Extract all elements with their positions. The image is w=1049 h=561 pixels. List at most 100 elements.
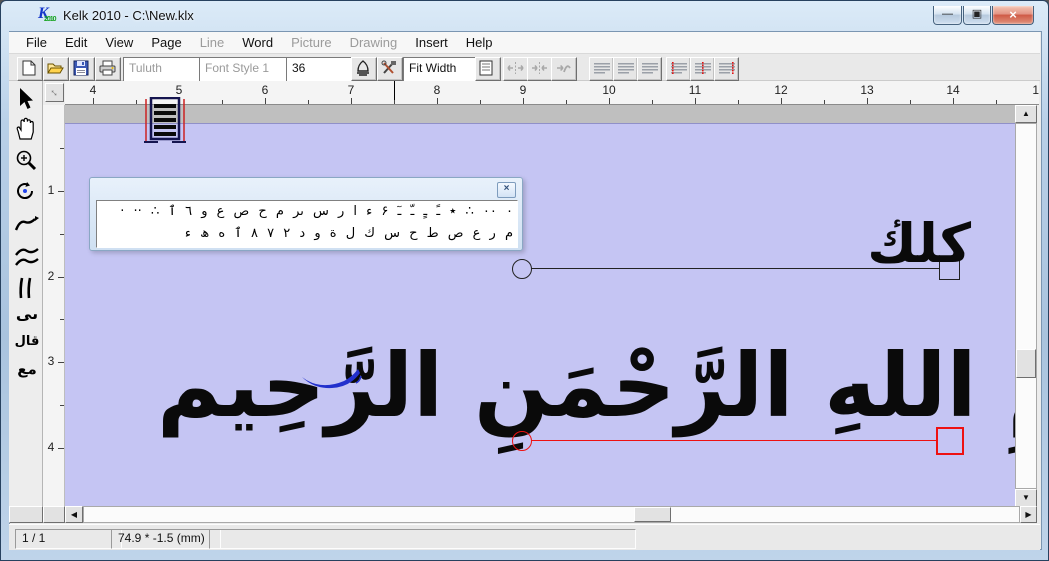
vertical-ruler: 1234	[43, 105, 65, 507]
stroke-tool[interactable]	[14, 213, 40, 239]
justify-red-button-2[interactable]	[690, 57, 715, 81]
justify-red-button-3[interactable]	[714, 57, 739, 81]
align-lines-icon	[593, 60, 611, 76]
line2-baseline[interactable]	[531, 440, 936, 441]
menu-file[interactable]: File	[17, 32, 56, 54]
vruler-number: 4	[45, 440, 57, 454]
scroll-left-button[interactable]: ◀	[65, 506, 83, 523]
vruler-minor-tick	[60, 319, 64, 320]
minimize-button[interactable]: —	[933, 6, 962, 25]
vruler-number: 3	[45, 354, 57, 368]
zoom-tool[interactable]	[14, 149, 40, 175]
hruler-tick	[523, 98, 524, 104]
menu-page[interactable]: Page	[142, 32, 190, 54]
arrow-right-icon: ▶	[1025, 510, 1031, 519]
ligature-tool[interactable]: مع	[14, 360, 40, 386]
hruler-tick	[781, 98, 782, 104]
horizontal-scrollbar-thumb[interactable]	[634, 507, 671, 522]
kelk-hamza-mark[interactable]: ء	[893, 213, 902, 233]
new-button[interactable]	[17, 57, 43, 81]
maa-glyph: مع	[17, 360, 37, 378]
hruler-tick	[695, 98, 696, 104]
vertical-scrollbar-thumb[interactable]	[1016, 349, 1036, 378]
hruler-minor-tick	[566, 100, 567, 104]
line2-start-handle[interactable]	[512, 431, 532, 451]
page-setup-button[interactable]	[475, 57, 501, 81]
menu-view[interactable]: View	[96, 32, 142, 54]
close-button[interactable]: ×	[992, 6, 1034, 25]
align-button-3[interactable]	[637, 57, 662, 81]
corner-box-left	[9, 506, 43, 523]
open-button[interactable]	[43, 57, 69, 81]
double-curve-icon	[14, 245, 40, 271]
ruler-corner-button[interactable]: ↔	[45, 83, 64, 102]
menu-help[interactable]: Help	[457, 32, 502, 54]
scroll-up-button[interactable]: ▲	[1015, 105, 1037, 123]
glyph-row-1[interactable]: ٠ ٠٠ ∴ ٭ ـً ـٍ ـّ ـٓ ۶ ء ا ر س ىر م ح ص …	[97, 201, 517, 223]
hruler-number: 11	[685, 83, 705, 97]
stretch-in-button[interactable]	[527, 57, 553, 81]
vertical-scrollbar-track[interactable]	[1015, 123, 1037, 489]
menu-line: Line	[191, 32, 234, 54]
menu-picture: Picture	[282, 32, 340, 54]
close-icon: ×	[504, 183, 510, 194]
selected-stroke[interactable]	[298, 361, 368, 395]
scroll-down-button[interactable]: ▼	[1015, 489, 1037, 507]
arrow-up-icon: ▲	[1022, 109, 1030, 118]
word-tool[interactable]: قال	[14, 333, 40, 359]
menu-word[interactable]: Word	[233, 32, 282, 54]
vruler-minor-tick	[60, 405, 64, 406]
double-stroke-tool[interactable]	[14, 245, 40, 271]
arrows-out-icon	[507, 60, 524, 76]
status-message-panel	[209, 529, 636, 549]
bismillah-calligraphy[interactable]: بِسْمِ اللهِ الرَّحْمَنِ الرَّحِيم	[157, 291, 977, 481]
pan-tool[interactable]	[14, 117, 40, 143]
stretch-out-button[interactable]	[503, 57, 529, 81]
status-bar: 1 / 1 74.9 * -1.5 (mm)	[9, 524, 1040, 550]
scroll-right-button[interactable]: ▶	[1020, 506, 1037, 523]
arrow-down-icon: ▼	[1022, 493, 1030, 502]
hruler-minor-tick	[738, 100, 739, 104]
margin-ladder-marker[interactable]	[143, 97, 187, 146]
print-button[interactable]	[95, 57, 121, 81]
kelk-calligraphy[interactable]: كلك	[791, 205, 971, 283]
align-lines-icon	[641, 60, 659, 76]
kashida-button[interactable]	[551, 57, 577, 81]
hruler-minor-tick	[824, 100, 825, 104]
menu-edit[interactable]: Edit	[56, 32, 96, 54]
line1-start-handle[interactable]	[512, 259, 532, 279]
alef-strokes-tool[interactable]	[14, 275, 40, 301]
vruler-tick	[58, 448, 64, 449]
vruler-minor-tick	[60, 148, 64, 149]
close-icon: ×	[1009, 7, 1017, 22]
canvas[interactable]: بِسْمِ اللهِ الرَّحْمَنِ الرَّحِيم كلك ء	[65, 105, 1015, 507]
page-indicator: 1 / 1	[15, 529, 122, 549]
menu-drawing: Drawing	[341, 32, 407, 54]
glyph-row-2[interactable]: م ر ع ص ط ح س ك ل ة و د ٢ ٧ ٨ ٱ ه ھ ء	[97, 223, 517, 245]
justify-red-button-1[interactable]	[666, 57, 691, 81]
arrows-in-icon	[531, 60, 548, 76]
save-floppy-icon	[73, 60, 89, 76]
arrow-left-icon: ◀	[71, 510, 77, 519]
horizontal-scrollbar-track[interactable]	[83, 506, 1020, 523]
title-bar[interactable]: K2010 Kelk 2010 - C:\New.klx — ▣ ×	[1, 1, 1048, 31]
ornament-icon	[355, 60, 371, 76]
align-button-1[interactable]	[589, 57, 614, 81]
settings-button[interactable]	[377, 57, 403, 81]
save-button[interactable]	[69, 57, 95, 81]
palette-close-button[interactable]: ×	[497, 182, 516, 198]
glyph-palette-window[interactable]: × ٠ ٠٠ ∴ ٭ ـً ـٍ ـّ ـٓ ۶ ء ا ر س ىر م ح …	[89, 177, 523, 251]
restore-button[interactable]: ▣	[963, 6, 991, 25]
letters-tool[interactable]: ىى	[14, 304, 40, 330]
hruler-tick	[351, 98, 352, 104]
hammer-wrench-icon	[381, 60, 397, 76]
hruler-number: 7	[341, 83, 361, 97]
rotate-tool[interactable]	[14, 181, 40, 207]
select-tool[interactable]	[14, 87, 40, 113]
two-strokes-icon	[14, 275, 36, 301]
red-justify-icon	[670, 60, 688, 76]
line2-end-handle[interactable]	[936, 427, 964, 455]
ornament-button[interactable]	[351, 57, 377, 81]
align-button-2[interactable]	[613, 57, 638, 81]
menu-insert[interactable]: Insert	[406, 32, 457, 54]
